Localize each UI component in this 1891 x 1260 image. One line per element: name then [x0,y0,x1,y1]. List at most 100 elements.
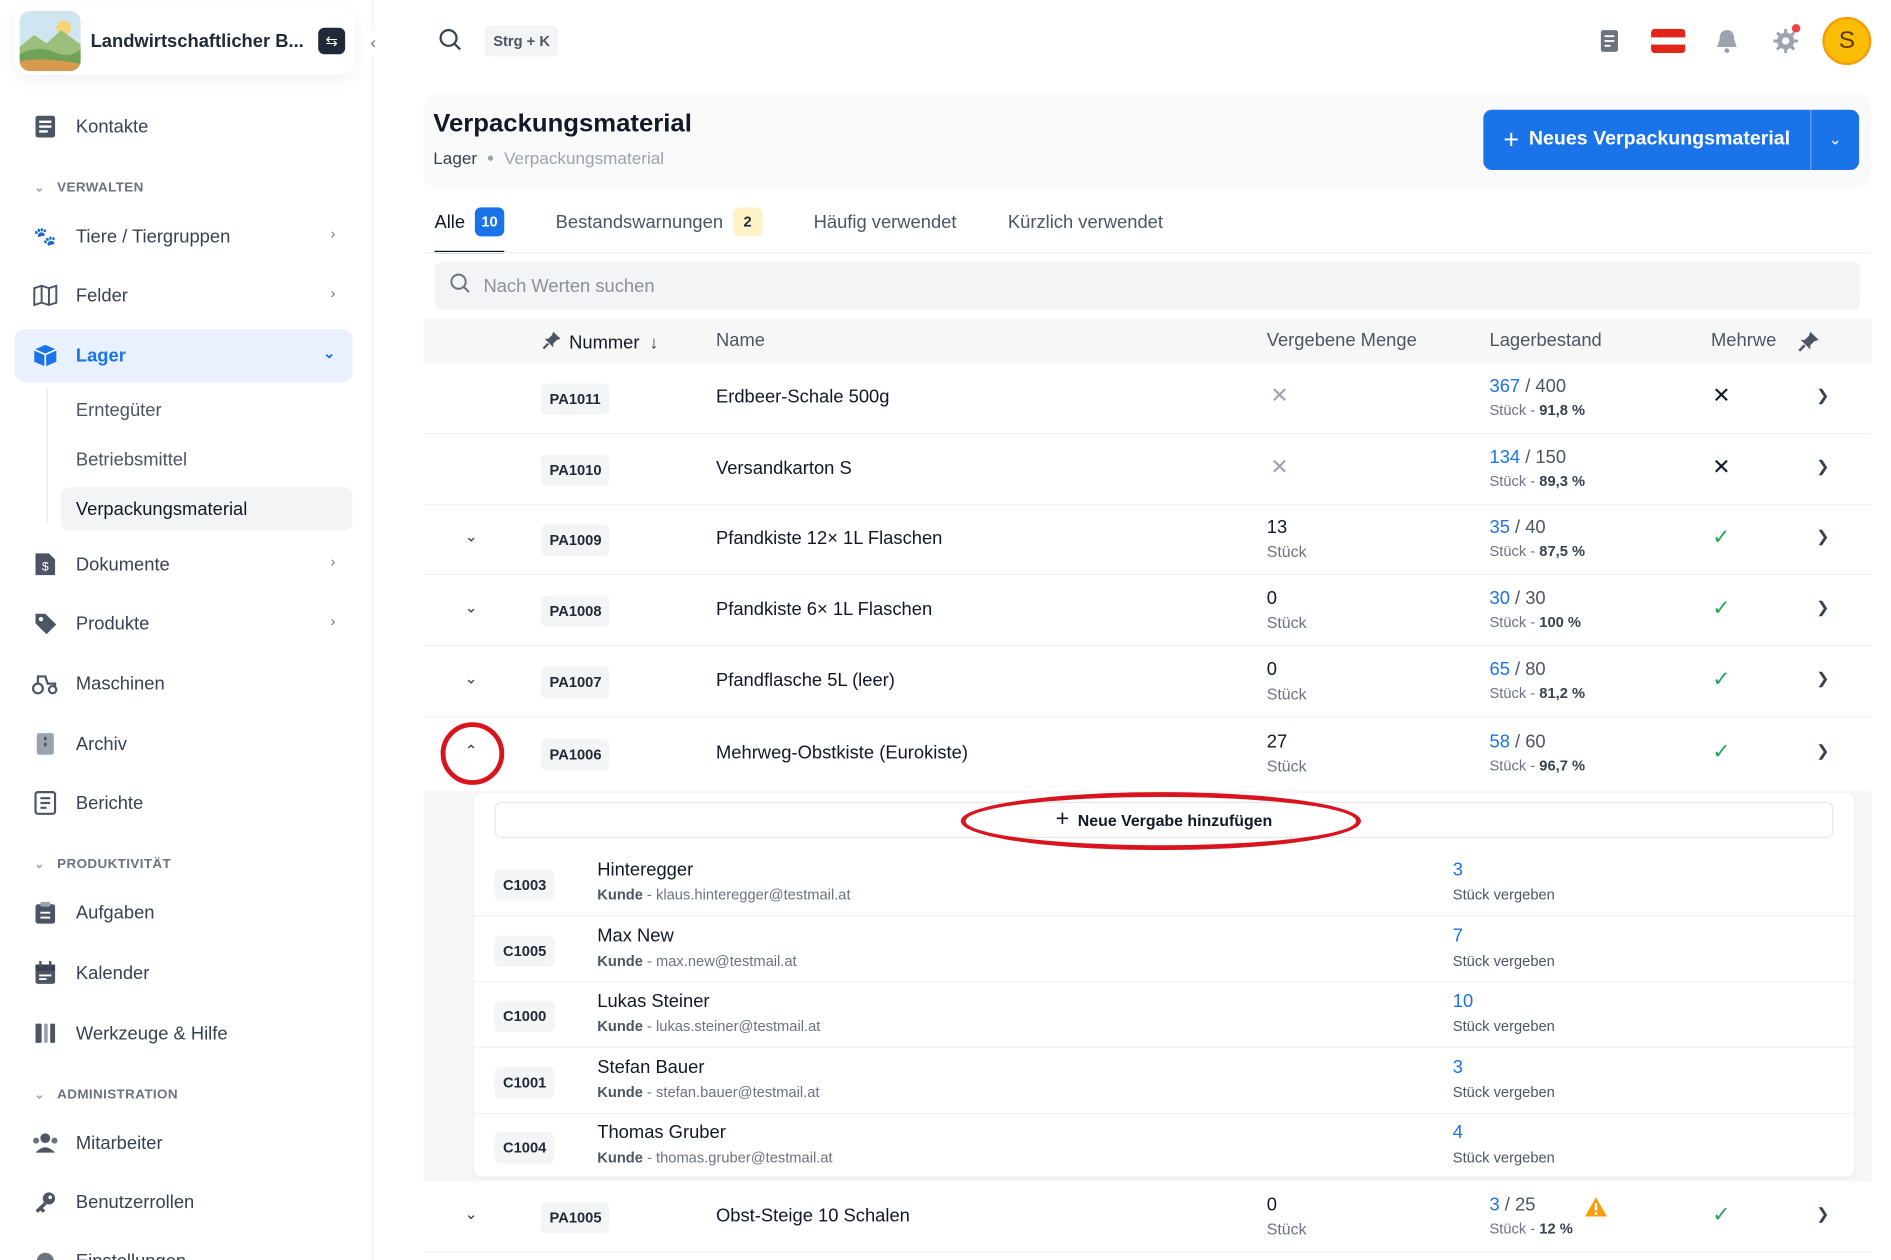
calendar-icon [32,960,59,987]
sidebar-item-archiv[interactable]: Archiv [15,717,353,770]
expand-chevron-icon[interactable]: ⌄ [458,1204,485,1223]
expand-chevron-icon[interactable]: ⌄ [458,527,485,546]
sidebar-item-maschinen[interactable]: Maschinen [15,657,353,710]
table-row-expanded[interactable]: ⌃ PA1006 Mehrweg-Obstkiste (Eurokiste) 2… [423,719,1871,790]
count-badge: 10 [474,207,505,237]
tab-divider [423,251,1872,254]
customer-name: Hinteregger [597,859,694,881]
swap-icon[interactable]: ⇆ [318,27,346,55]
sidebar-item-mitarbeiter[interactable]: Mitarbeiter [15,1116,353,1169]
notes-icon[interactable] [1580,14,1639,67]
assigned-count[interactable]: 7 [1453,926,1463,946]
page-header: Verpackungsmaterial Lager ● Verpackungsm… [423,94,1872,189]
column-nummer[interactable]: Nummer ↓ [542,330,658,354]
table-row[interactable]: PA1011 Erdbeer-Schale 500g ✕ 367 / 400 S… [423,363,1872,435]
item-code: PA1011 [540,383,610,415]
sort-down-icon[interactable]: ↓ [649,332,658,352]
gear-icon[interactable] [1756,14,1815,67]
chevron-right-icon[interactable]: ❯ [1816,386,1829,405]
sidebar-item-benutzerrollen[interactable]: Benutzerrollen [15,1176,353,1229]
assignment-row[interactable]: C1003 Hinteregger Kunde - klaus.hintereg… [473,850,1855,917]
customer-code: C1001 [494,1067,555,1099]
sidebar-item-berichte[interactable]: Berichte [15,776,353,829]
sidebar-item-felder[interactable]: Felder › [15,269,353,322]
expand-chevron-icon[interactable]: ⌄ [458,669,485,688]
customer-meta: Kunde - lukas.steiner@testmail.at [597,1017,821,1035]
column-name[interactable]: Name [716,330,765,350]
tab-alle[interactable]: Alle 10 [434,200,505,254]
table-row[interactable]: ⌄ PA1007 Pfandflasche 5L (leer) 0 Stück 6… [423,646,1872,718]
section-produktivitaet[interactable]: ⌄ PRODUKTIVITÄT [34,857,171,871]
key-icon [32,1189,59,1216]
assignment-row[interactable]: C1000 Lukas Steiner Kunde - lukas.steine… [473,981,1855,1048]
chevron-right-icon[interactable]: ❯ [1816,742,1829,761]
table-row[interactable]: PA1010 Versandkarton S ✕ 134 / 150 Stück… [423,434,1872,506]
collapse-sidebar-icon[interactable]: ‹ [362,28,385,56]
language-flag-at-icon[interactable] [1639,14,1698,67]
check-icon: ✓ [1712,666,1731,691]
sidebar-subitem-verpackungsmaterial[interactable]: Verpackungsmaterial [61,487,353,531]
sidebar-item-tiere[interactable]: 🐾 Tiere / Tiergruppen › [15,210,353,263]
sidebar-item-werkzeuge[interactable]: Werkzeuge & Hilfe [15,1007,353,1060]
section-administration[interactable]: ⌄ ADMINISTRATION [34,1088,178,1102]
chevron-down-icon[interactable]: ⌄ [1810,109,1859,171]
map-icon [32,282,59,309]
sidebar-item-dokumente[interactable]: $ Dokumente › [15,538,353,591]
sidebar-item-aufgaben[interactable]: Aufgaben [15,886,353,939]
contacts-icon [32,113,59,140]
section-verwalten[interactable]: ⌄ VERWALTEN [34,181,143,195]
settings-icon [32,1248,59,1260]
item-name: Mehrweg-Obstkiste (Eurokiste) [715,742,968,764]
workspace-switcher[interactable]: Landwirtschaftlicher B... ⇆ [14,7,355,75]
chevron-right-icon[interactable]: ❯ [1816,457,1829,476]
chevron-right-icon[interactable]: ❯ [1816,669,1829,688]
table-search-input[interactable]: Nach Werten suchen [434,261,1861,310]
sidebar-item-kontakte[interactable]: Kontakte [15,100,353,153]
tab-bestandswarnungen[interactable]: Bestandswarnungen 2 [556,200,763,243]
sidebar-subitem-ernteguter[interactable]: Erntegüter [61,388,352,431]
assignment-row[interactable]: C1005 Max New Kunde - max.new@testmail.a… [473,916,1855,983]
item-name: Erdbeer-Schale 500g [715,387,890,408]
pin-icon[interactable] [542,330,562,354]
item-name: Pfandflasche 5L (leer) [715,670,895,691]
chevron-right-icon[interactable]: ❯ [1816,527,1829,546]
chevron-right-icon[interactable]: ❯ [1816,1204,1829,1223]
sidebar-item-lager[interactable]: Lager ⌄ [14,329,353,383]
expand-chevron-icon[interactable]: ⌄ [458,598,485,617]
assigned-count[interactable]: 3 [1453,860,1463,880]
bell-icon[interactable] [1698,14,1757,67]
table-row[interactable]: ⌄ PA1009 Pfandkiste 12× 1L Flaschen 13 St… [423,504,1872,576]
new-packaging-button[interactable]: + Neues Verpackungsmaterial [1483,110,1810,170]
column-mehrweg[interactable]: Mehrwe [1711,330,1776,350]
sidebar-item-produkte[interactable]: Produkte › [15,597,353,650]
new-packaging-button-group: + Neues Verpackungsmaterial ⌄ [1483,109,1860,171]
sidebar-item-einstellungen[interactable]: Einstellungen [15,1235,353,1260]
avatar[interactable]: S [1822,16,1872,66]
customer-name: Max New [597,925,674,947]
stock-cell: 58 / 60 Stück - 96,7 % [1489,731,1586,775]
breadcrumb-lager[interactable]: Lager [433,148,477,167]
highlight-oval-annotation [960,792,1361,851]
assigned-count[interactable]: 4 [1453,1123,1463,1143]
assigned-count[interactable]: 3 [1453,1057,1463,1077]
chevron-right-icon[interactable]: ❯ [1816,598,1829,617]
column-lagerbestand[interactable]: Lagerbestand [1489,330,1601,350]
sidebar-subitem-betriebsmittel[interactable]: Betriebsmittel [61,438,352,481]
assignment-row[interactable]: C1001 Stefan Bauer Kunde - stefan.bauer@… [473,1048,1855,1115]
table-row[interactable]: ⌄ PA1005 Obst-Steige 10 Schalen 0 Stück 3… [423,1182,1872,1253]
notification-dot [1791,24,1801,33]
table-row[interactable]: ⌄ PA1008 Pfandkiste 6× 1L Flaschen 0 Stüc… [423,575,1872,647]
column-vergebene-menge[interactable]: Vergebene Menge [1267,330,1417,350]
breadcrumb-current: Verpackungsmaterial [504,148,665,168]
item-code: PA1009 [540,524,611,556]
tab-kuerzlich-verwendet[interactable]: Kürzlich verwendet [1008,200,1163,243]
farm-logo [19,10,81,72]
pin-icon[interactable] [1798,330,1820,352]
chevron-down-icon: ⌄ [323,344,336,362]
search-icon[interactable] [438,28,462,58]
chevron-right-icon: › [330,612,336,630]
assigned-count[interactable]: 10 [1453,991,1473,1011]
tab-haeufig-verwendet[interactable]: Häufig verwendet [814,200,957,243]
assignment-row[interactable]: C1004 Thomas Gruber Kunde - thomas.grube… [474,1113,1855,1179]
sidebar-item-kalender[interactable]: Kalender [15,946,353,999]
